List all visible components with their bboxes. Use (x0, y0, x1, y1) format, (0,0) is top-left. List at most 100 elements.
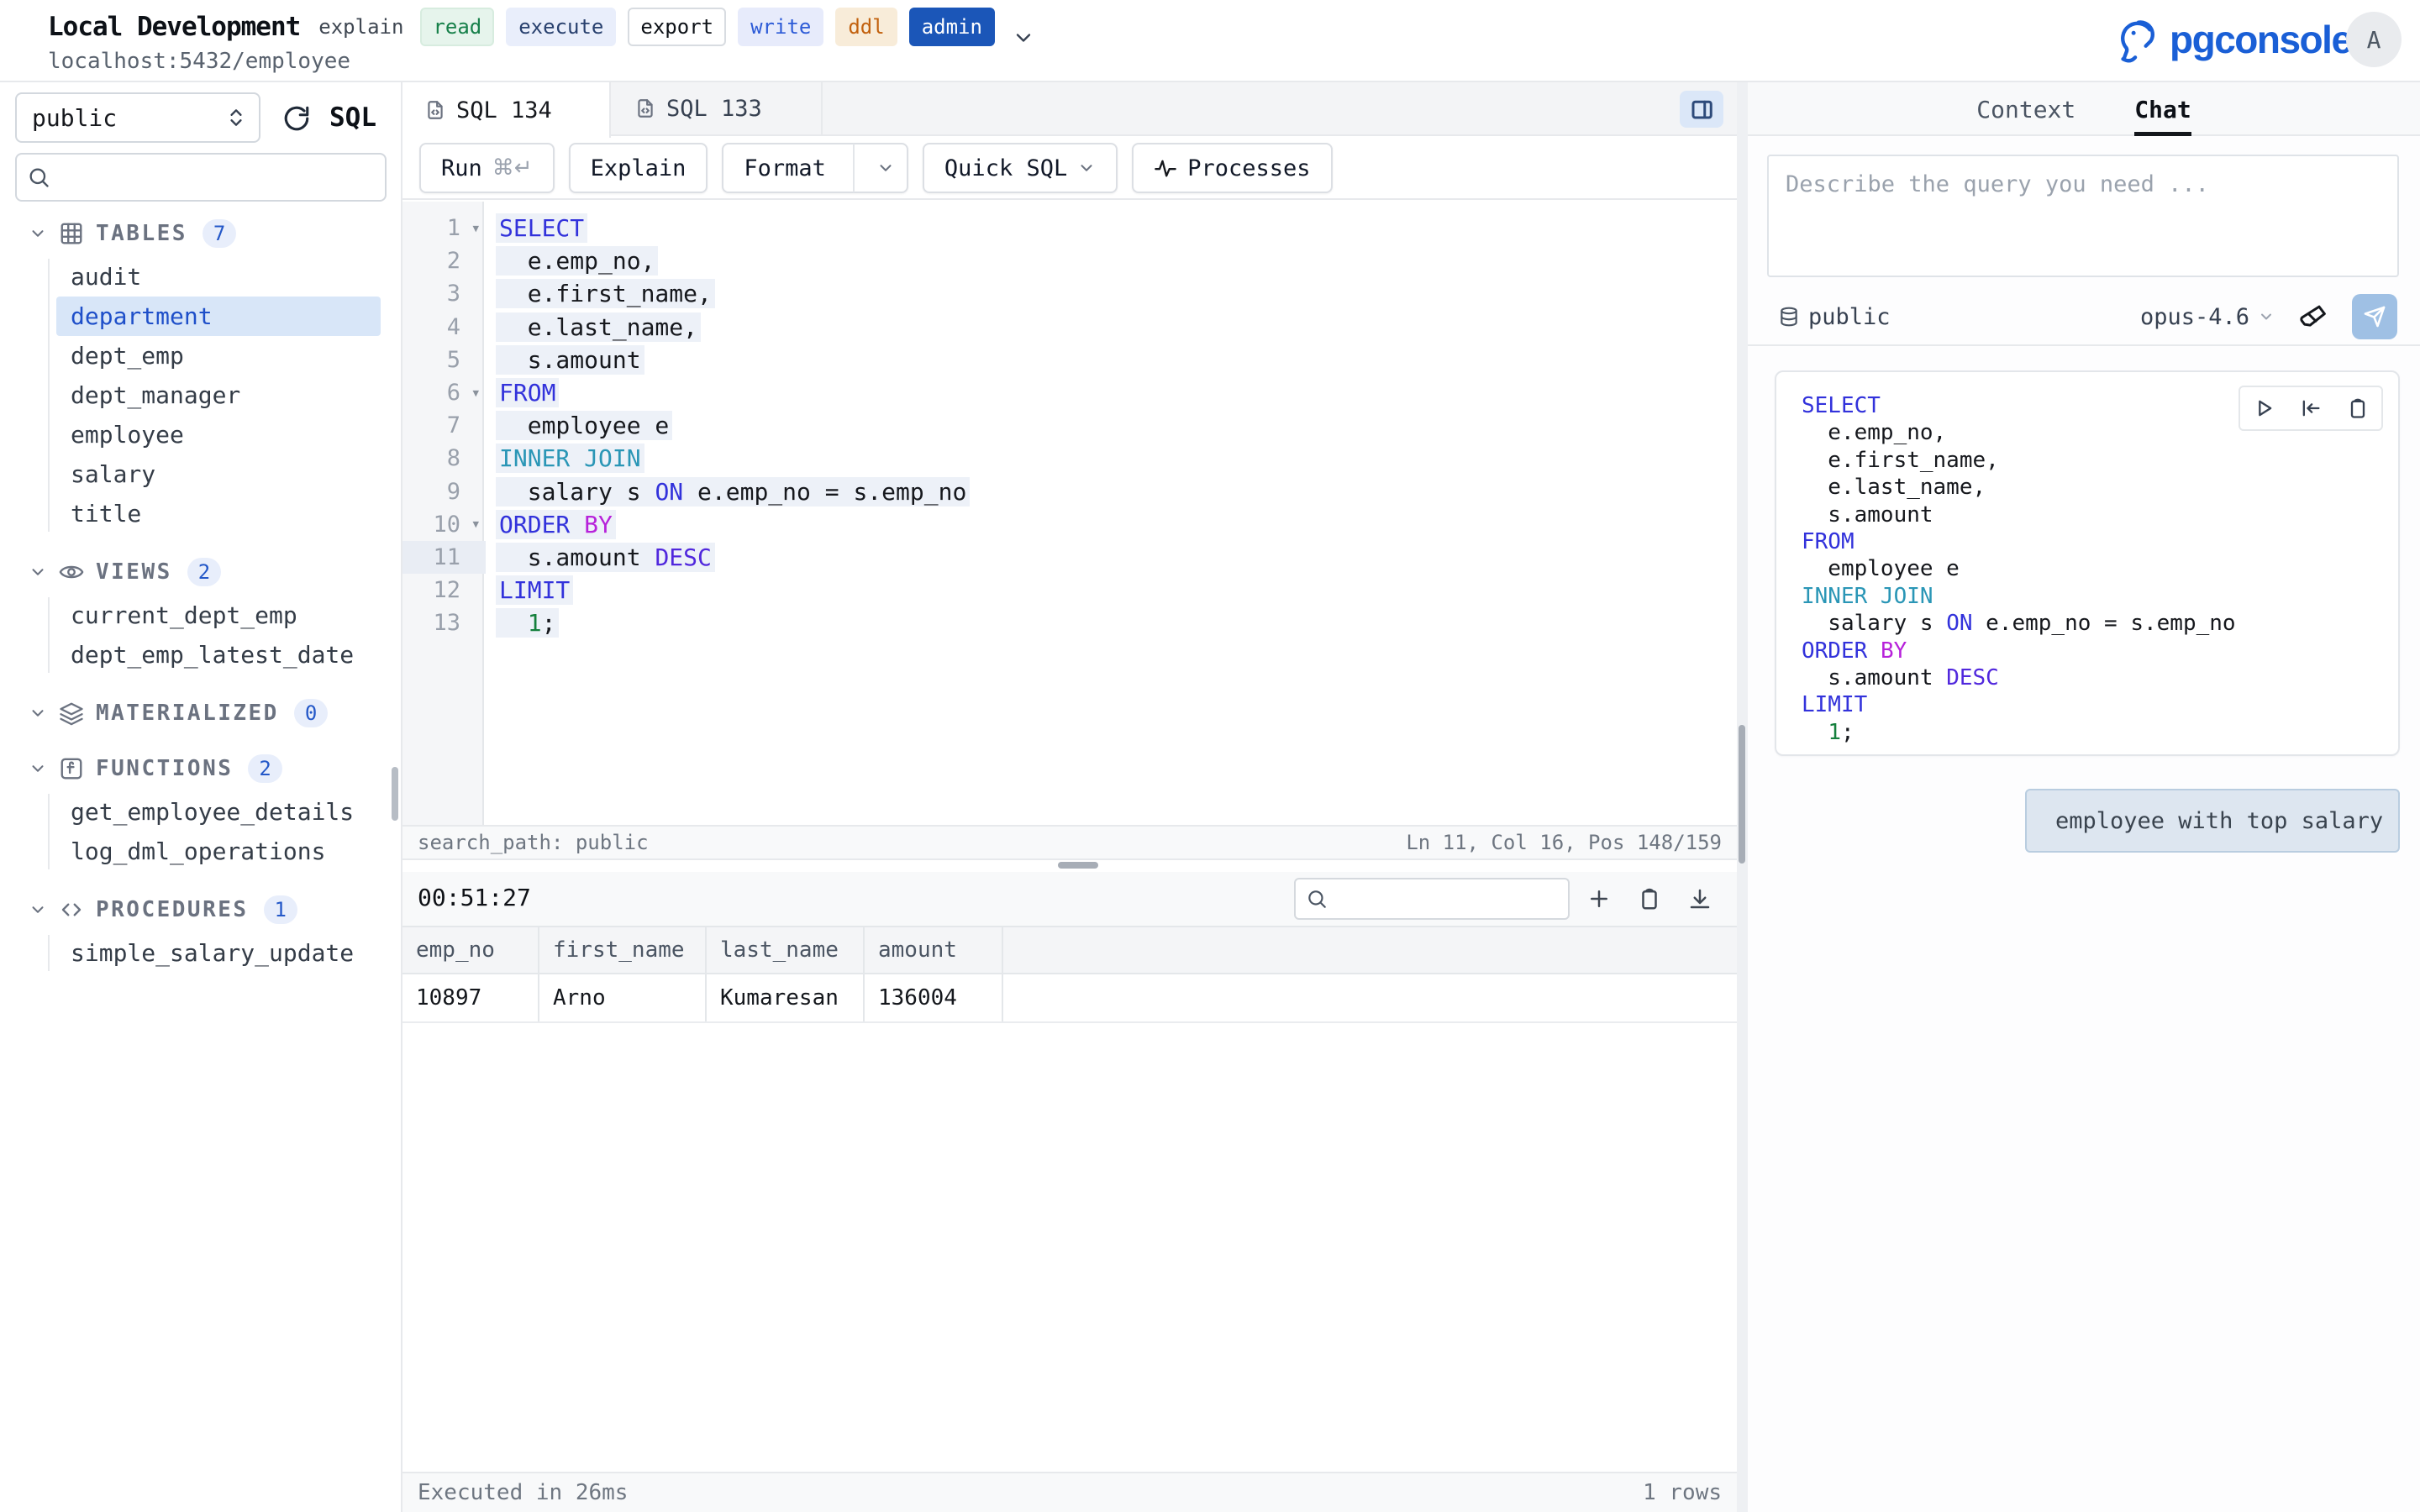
tab-sql-133[interactable]: SQL 133 (613, 82, 823, 134)
sidebar-section-header-functions[interactable]: FUNCTIONS2 (0, 748, 401, 789)
sql-mode-label[interactable]: SQL (329, 102, 376, 133)
line-gutter: 9 (402, 475, 486, 508)
column-header-last_name[interactable]: last_name (707, 927, 865, 973)
chat-schema-badge[interactable]: public (1778, 292, 1891, 341)
sidebar-item-dept_manager[interactable]: dept_manager (56, 375, 381, 415)
send-message-button[interactable] (2352, 294, 2397, 339)
results-search-input[interactable] (1334, 886, 1618, 911)
sidebar-section-header-materialized[interactable]: MATERIALIZED0 (0, 693, 401, 733)
download-results-icon[interactable] (1683, 882, 1717, 916)
schema-select[interactable]: public (15, 92, 260, 143)
editor-line-1[interactable]: 1▾SELECT (402, 212, 1737, 244)
column-header-emp_no[interactable]: emp_no (402, 927, 539, 973)
sidebar-search-input[interactable] (57, 165, 385, 191)
fold-arrow-icon[interactable]: ▾ (472, 220, 479, 235)
chevron-up-down-icon (225, 107, 247, 129)
code-token: e.emp_no, (1802, 420, 1946, 445)
result-cell: 136004 (865, 974, 1003, 1021)
permission-badge-export[interactable]: export (628, 8, 726, 46)
permission-badge-admin[interactable]: admin (909, 8, 995, 46)
tab-chat[interactable]: Chat (2134, 82, 2191, 136)
editor-line-7[interactable]: 7 employee e (402, 409, 1737, 442)
user-avatar[interactable]: A (2346, 12, 2402, 67)
procedures-icon (59, 897, 84, 922)
code-token: salary s (1802, 611, 1946, 636)
split-panel-button[interactable] (1680, 91, 1723, 128)
results-resize-handle[interactable] (1058, 862, 1098, 869)
column-header-amount[interactable]: amount (865, 927, 1003, 973)
permission-badge-write[interactable]: write (738, 8, 823, 46)
tab-sql-134[interactable]: SQL 134 (402, 82, 611, 138)
permission-badge-read[interactable]: read (420, 8, 494, 46)
code-token: salary s (499, 478, 655, 506)
permission-badge-explain[interactable]: explain (313, 8, 408, 46)
sidebar-item-current_dept_emp[interactable]: current_dept_emp (56, 596, 381, 635)
result-timer-tab[interactable]: 00:51:27 (418, 884, 531, 911)
sidebar-item-get_employee_details[interactable]: get_employee_details (56, 792, 381, 832)
clear-chat-eraser-icon[interactable] (2298, 302, 2328, 332)
permission-badge-ddl[interactable]: ddl (835, 8, 897, 46)
add-result-tab-icon[interactable] (1582, 882, 1616, 916)
fold-arrow-icon[interactable]: ▾ (472, 517, 479, 532)
copy-response-icon[interactable] (2346, 396, 2370, 420)
results-toolbar: 00:51:27 (402, 872, 1737, 926)
assistant-tab-bar: Context Chat (1748, 82, 2420, 136)
section-items: auditdepartmentdept_empdept_manageremplo… (0, 254, 401, 537)
sidebar-section-header-tables[interactable]: TABLES7 (0, 213, 401, 254)
editor-line-3[interactable]: 3 e.first_name, (402, 277, 1737, 310)
elephant-logo-icon (2111, 13, 2163, 66)
sidebar-search[interactable] (15, 153, 387, 202)
sql-editor[interactable]: 1▾SELECT2 e.emp_no,3 e.first_name,4 e.la… (402, 202, 1737, 825)
chat-input-textarea[interactable] (1769, 156, 2397, 276)
editor-line-9[interactable]: 9 salary s ON e.emp_no = s.emp_no (402, 475, 1737, 508)
results-search[interactable] (1294, 878, 1570, 920)
brand-logo: pgconsole (2111, 12, 2352, 67)
editor-line-10[interactable]: 10▾ORDER BY (402, 508, 1737, 541)
sidebar-item-log_dml_operations[interactable]: log_dml_operations (56, 832, 381, 871)
format-chevron-down-icon[interactable] (865, 159, 907, 177)
editor-line-2[interactable]: 2 e.emp_no, (402, 244, 1737, 277)
editor-line-11[interactable]: 11 s.amount DESC (402, 541, 1737, 574)
connection-header: Local Development explainreadexecuteexpo… (48, 7, 1035, 47)
code-token: SELECT (1802, 393, 1881, 418)
format-button[interactable]: Format (722, 143, 908, 193)
permission-badge-execute[interactable]: execute (506, 8, 616, 46)
editor-line-8[interactable]: 8INNER JOIN (402, 442, 1737, 475)
sidebar-item-audit[interactable]: audit (56, 257, 381, 297)
result-cell: 10897 (402, 974, 539, 1021)
copy-results-icon[interactable] (1633, 882, 1666, 916)
run-button[interactable]: Run ⌘↵ (419, 143, 555, 193)
sidebar-scrollbar[interactable] (392, 767, 398, 821)
editor-line-12[interactable]: 12LIMIT (402, 574, 1737, 606)
sidebar-section-header-procedures[interactable]: PROCEDURES1 (0, 890, 401, 930)
tab-context[interactable]: Context (1976, 82, 2075, 136)
results-table-header: emp_nofirst_namelast_nameamount (402, 926, 1737, 974)
sidebar-item-title[interactable]: title (56, 494, 381, 533)
run-response-play-icon[interactable] (2252, 396, 2275, 420)
connection-chevron-down-icon[interactable] (1012, 26, 1035, 50)
sidebar-item-dept_emp[interactable]: dept_emp (56, 336, 381, 375)
model-selector[interactable]: opus-4.6 (2140, 304, 2275, 330)
results-table-row[interactable]: 10897ArnoKumaresan136004 (402, 974, 1737, 1023)
sidebar-item-dept_emp_latest_date[interactable]: dept_emp_latest_date (56, 635, 381, 675)
editor-line-13[interactable]: 13 1; (402, 606, 1737, 639)
processes-button[interactable]: Processes (1132, 143, 1332, 193)
sidebar-item-employee[interactable]: employee (56, 415, 381, 454)
refresh-schema-button[interactable] (277, 99, 316, 138)
section-items: get_employee_detailslog_dml_operations (0, 789, 401, 874)
sidebar-section-header-views[interactable]: VIEWS2 (0, 552, 401, 592)
editor-line-6[interactable]: 6▾FROM (402, 376, 1737, 409)
panel-resize-handle[interactable] (1739, 725, 1745, 864)
sidebar-item-department[interactable]: department (56, 297, 381, 336)
sidebar-item-salary[interactable]: salary (56, 454, 381, 494)
fold-arrow-icon[interactable]: ▾ (472, 385, 479, 400)
column-header-first_name[interactable]: first_name (539, 927, 707, 973)
editor-line-5[interactable]: 5 s.amount (402, 344, 1737, 376)
explain-button[interactable]: Explain (569, 143, 708, 193)
editor-line-4[interactable]: 4 e.last_name, (402, 311, 1737, 344)
quick-sql-button[interactable]: Quick SQL (923, 143, 1118, 193)
assistant-panel: Context Chat public opus-4.6 (1748, 82, 2420, 1512)
insert-to-editor-icon[interactable] (2299, 396, 2323, 420)
chat-input[interactable] (1767, 155, 2399, 277)
sidebar-item-simple_salary_update[interactable]: simple_salary_update (56, 933, 381, 973)
